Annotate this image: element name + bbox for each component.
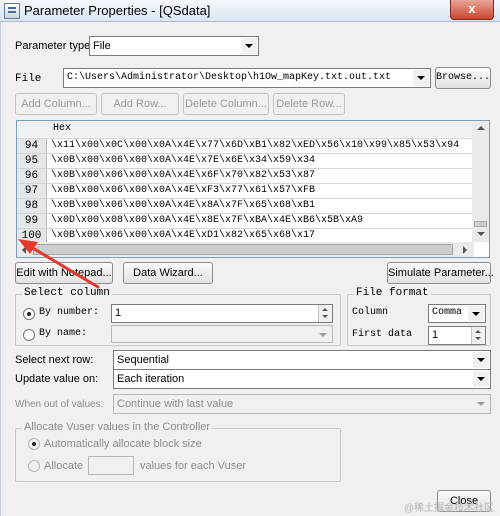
file-label: File <box>15 73 42 85</box>
by-number-value: 1 <box>115 307 122 319</box>
by-number-label: By number: <box>39 307 100 318</box>
vuser-allocation-group: Allocate Vuser values in the Controller … <box>15 421 341 482</box>
by-name-radio[interactable] <box>23 329 35 341</box>
row-number[interactable]: 100 <box>17 229 47 243</box>
table-row[interactable]: 95 \x0B\x00\x06\x00\x0A\x4E\x7E\x6E\x34\x… <box>17 153 472 168</box>
edit-with-notepad-button[interactable]: Edit with Notepad... <box>15 262 113 284</box>
select-next-row-label: Select next row: <box>15 354 94 366</box>
scroll-right-icon[interactable] <box>457 242 472 257</box>
first-data-value: 1 <box>432 329 439 341</box>
parameter-type-label: Parameter type: <box>15 40 94 52</box>
table-row[interactable]: 97 \x0B\x00\x06\x00\x0A\x4E\xF3\x77\x61\x… <box>17 183 472 198</box>
chevron-down-icon[interactable] <box>473 396 489 412</box>
scroll-left-icon[interactable] <box>17 242 32 257</box>
spinner-icon[interactable] <box>471 327 485 344</box>
file-format-title: File format <box>354 287 431 299</box>
select-next-row-value: Sequential <box>117 354 169 366</box>
chevron-down-icon[interactable] <box>315 327 331 341</box>
hex-cell[interactable]: \x0B\x00\x06\x00\x0A\x4E\x6F\x70\x82\x53… <box>51 170 315 181</box>
column-delimiter-value: Comma <box>432 307 463 318</box>
parameter-type-value: File <box>93 40 111 52</box>
first-data-label: First data <box>352 329 413 340</box>
row-number[interactable]: 94 <box>17 139 47 153</box>
add-column-button[interactable]: Add Column... <box>15 93 97 115</box>
vuser-allocation-title: Allocate Vuser values in the Controller <box>22 421 213 433</box>
hex-cell[interactable]: \x0B\x00\x06\x00\x0A\x4E\x7E\x6E\x34\x59… <box>51 155 315 166</box>
title-bar: Parameter Properties - [QSdata] x <box>0 0 500 22</box>
when-out-of-values-select[interactable]: Continue with last value <box>113 394 491 414</box>
window-close-button[interactable]: x <box>450 0 494 20</box>
window-title: Parameter Properties - [QSdata] <box>24 3 211 18</box>
select-next-row-select[interactable]: Sequential <box>113 350 491 370</box>
row-number[interactable]: 99 <box>17 214 47 228</box>
when-out-of-values-label: When out of values: <box>15 399 104 410</box>
horizontal-scrollbar[interactable] <box>17 242 474 257</box>
hex-cell[interactable]: \x0B\x00\x06\x00\x0A\x4E\x8A\x7F\x65\x68… <box>51 200 315 211</box>
by-name-select[interactable] <box>111 325 333 343</box>
file-path-value: C:\Users\Administrator\Desktop\h1Ow_mapK… <box>67 72 392 83</box>
update-value-on-value: Each iteration <box>117 373 185 385</box>
column-delimiter-label: Column <box>352 307 389 318</box>
table-row[interactable]: 100 \x0B\x00\x06\x00\x0A\x4E\xD1\x82\x65\… <box>17 228 472 243</box>
delete-row-button[interactable]: Delete Row... <box>273 93 345 115</box>
spinner-icon[interactable] <box>318 305 332 322</box>
column-header-hex[interactable]: Hex <box>53 123 71 134</box>
select-column-title: Select column <box>22 287 112 299</box>
data-grid[interactable]: Hex 94 \x11\x00\x0C\x00\x0A\x4E\x77\x6D\x… <box>16 120 490 258</box>
table-row[interactable]: 99 \x0D\x00\x08\x00\x0A\x4E\x8E\x7F\xBA\x… <box>17 213 472 228</box>
allocate-label: Allocate <box>44 460 84 472</box>
delete-column-button[interactable]: Delete Column... <box>183 93 269 115</box>
chevron-down-icon[interactable] <box>241 38 257 54</box>
watermark: @稀土掘金技术社区 <box>403 503 494 514</box>
row-number[interactable]: 95 <box>17 154 47 168</box>
data-wizard-button[interactable]: Data Wizard... <box>123 262 213 284</box>
browse-button[interactable]: Browse... <box>435 67 491 89</box>
by-number-input[interactable]: 1 <box>111 304 333 323</box>
table-row[interactable]: 98 \x0B\x00\x06\x00\x0A\x4E\x8A\x7F\x65\x… <box>17 198 472 213</box>
simulate-parameter-button[interactable]: Simulate Parameter... <box>387 262 494 284</box>
auto-allocate-label: Automatically allocate block size <box>44 438 202 450</box>
grid-header: Hex <box>17 121 472 137</box>
row-number[interactable]: 98 <box>17 199 47 213</box>
window-icon <box>4 3 20 19</box>
by-name-label: By name: <box>39 328 88 339</box>
allocate-count-input[interactable] <box>88 456 134 475</box>
chevron-down-icon[interactable] <box>473 352 489 368</box>
vertical-scrollbar[interactable] <box>472 121 489 242</box>
chevron-down-icon[interactable] <box>468 306 484 321</box>
allocate-radio[interactable] <box>28 460 40 472</box>
by-number-radio[interactable] <box>23 308 35 320</box>
values-for-each-vuser-label: values for each Vuser <box>140 460 246 472</box>
first-data-input[interactable]: 1 <box>428 326 486 345</box>
horizontal-scroll-thumb[interactable] <box>33 244 453 255</box>
hex-cell[interactable]: \x0D\x00\x08\x00\x0A\x4E\x8E\x7F\xBA\x4E… <box>51 215 363 226</box>
update-value-on-label: Update value on: <box>15 373 99 385</box>
auto-allocate-radio[interactable] <box>28 438 40 450</box>
hex-cell[interactable]: \x11\x00\x0C\x00\x0A\x4E\x77\x6D\xB1\x82… <box>51 140 459 151</box>
update-value-on-select[interactable]: Each iteration <box>113 369 491 389</box>
row-number[interactable]: 96 <box>17 169 47 183</box>
when-out-of-values-value: Continue with last value <box>117 398 234 410</box>
select-column-group: Select column By number: 1 By name: <box>15 287 341 346</box>
hex-cell[interactable]: \x0B\x00\x06\x00\x0A\x4E\xF3\x77\x61\x57… <box>51 185 315 196</box>
add-row-button[interactable]: Add Row... <box>101 93 179 115</box>
table-row[interactable]: 94 \x11\x00\x0C\x00\x0A\x4E\x77\x6D\xB1\x… <box>17 138 472 153</box>
scroll-down-icon[interactable] <box>473 227 488 242</box>
file-path-select[interactable]: C:\Users\Administrator\Desktop\h1Ow_mapK… <box>63 68 431 88</box>
column-delimiter-select[interactable]: Comma <box>428 304 486 323</box>
hex-cell[interactable]: \x0B\x00\x06\x00\x0A\x4E\xD1\x82\x65\x68… <box>51 230 315 241</box>
scroll-up-icon[interactable] <box>473 121 488 136</box>
table-row[interactable]: 96 \x0B\x00\x06\x00\x0A\x4E\x6F\x70\x82\x… <box>17 168 472 183</box>
file-format-group: File format Column Comma First data 1 <box>347 287 491 346</box>
chevron-down-icon[interactable] <box>473 371 489 387</box>
parameter-properties-dialog: Parameter type: File File C:\Users\Admin… <box>0 22 500 516</box>
parameter-type-select[interactable]: File <box>89 36 259 56</box>
chevron-down-icon[interactable] <box>413 70 429 86</box>
row-number[interactable]: 97 <box>17 184 47 198</box>
